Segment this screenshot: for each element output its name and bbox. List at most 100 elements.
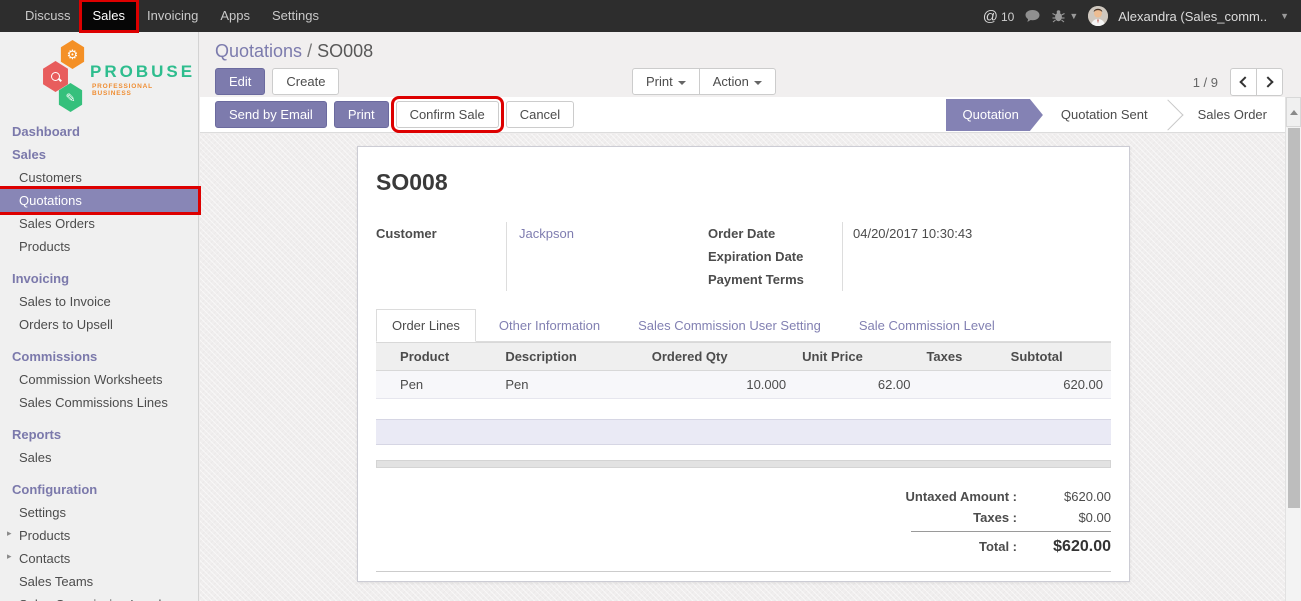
column-ordered-qty: Ordered Qty — [644, 343, 794, 371]
cell-product[interactable]: Pen — [392, 371, 497, 399]
sidebar-item-settings[interactable]: Settings — [0, 501, 198, 524]
topbar-right-tools: @ 10 ▼ Alexandra (Sales_comm.. ▼ — [983, 6, 1301, 26]
action-dropdown-button[interactable]: Action — [699, 68, 776, 95]
nav-item-discuss[interactable]: Discuss — [14, 2, 82, 30]
page-title: SO008 — [376, 169, 1111, 196]
sidebar-item-customers[interactable]: Customers — [0, 166, 198, 189]
table-row[interactable]: Pen Pen 10.000 62.00 620.00 — [376, 371, 1111, 399]
create-button[interactable]: Create — [272, 68, 339, 95]
untaxed-amount-value: $620.00 — [1027, 489, 1111, 504]
sidebar-menu: Dashboard Sales Customers Quotations Sal… — [0, 118, 198, 601]
tab-sale-commission-level[interactable]: Sale Commission Level — [844, 310, 1010, 341]
sidebar-item-dashboard[interactable]: Dashboard — [0, 120, 198, 143]
nav-item-settings[interactable]: Settings — [261, 2, 330, 30]
sidebar-item-sales-orders[interactable]: Sales Orders — [0, 212, 198, 235]
statusbar: Send by Email Print Confirm Sale Cancel … — [200, 97, 1301, 133]
sidebar: ⚙ ✎ PROBUSE PROFESSIONAL BUSINESS Dashbo… — [0, 32, 199, 601]
totals-block: Untaxed Amount : $620.00 Taxes : $0.00 T… — [843, 486, 1111, 559]
pager-counter: 1 / 9 — [1193, 75, 1218, 90]
confirm-sale-button[interactable]: Confirm Sale — [396, 101, 499, 128]
sidebar-item-commission-worksheets[interactable]: Commission Worksheets — [0, 368, 198, 391]
tab-sales-commission-user-setting[interactable]: Sales Commission User Setting — [623, 310, 836, 341]
top-navbar: Discuss Sales Invoicing Apps Settings @ … — [0, 0, 1301, 32]
breadcrumb-quotations-link[interactable]: Quotations — [215, 41, 302, 61]
horizontal-scrollbar[interactable] — [376, 460, 1111, 468]
total-value: $620.00 — [1027, 538, 1111, 556]
sidebar-item-reports-sales[interactable]: Sales — [0, 446, 198, 469]
sidebar-item-label: Contacts — [19, 551, 70, 566]
nav-item-invoicing[interactable]: Invoicing — [136, 2, 209, 30]
order-date-value: 04/20/2017 10:30:43 — [842, 222, 1111, 245]
breadcrumb-separator: / — [307, 41, 312, 61]
tab-order-lines[interactable]: Order Lines — [376, 309, 476, 342]
form-view-area: SO008 Customer Jackpson Order Date 04/20… — [200, 134, 1301, 601]
user-menu[interactable]: Alexandra (Sales_comm.. — [1118, 9, 1267, 24]
sidebar-item-config-products[interactable]: ▸ Products — [0, 524, 198, 547]
print-dropdown-button[interactable]: Print — [632, 68, 700, 95]
sidebar-item-sales-commissions-lines[interactable]: Sales Commissions Lines — [0, 391, 198, 414]
status-step-quotation-sent[interactable]: Quotation Sent — [1043, 99, 1166, 131]
total-label: Total : — [843, 535, 1027, 554]
expiration-date-label: Expiration Date — [708, 245, 842, 268]
cell-ordered-qty[interactable]: 10.000 — [644, 371, 794, 399]
order-lines-table: Product Description Ordered Qty Unit Pri… — [376, 342, 1111, 399]
sidebar-item-sales-commission-levels[interactable]: Sales Commission Levels — [0, 593, 198, 601]
vertical-scrollbar[interactable] — [1285, 97, 1301, 601]
sidebar-section-invoicing: Invoicing — [0, 267, 198, 290]
edit-button[interactable]: Edit — [215, 68, 265, 95]
breadcrumb: Quotations/SO008 — [215, 41, 373, 62]
logo-tagline: PROFESSIONAL BUSINESS — [92, 83, 184, 97]
send-by-email-button[interactable]: Send by Email — [215, 101, 327, 128]
sidebar-item-quotations[interactable]: Quotations — [0, 189, 198, 212]
cancel-button[interactable]: Cancel — [506, 101, 574, 128]
sidebar-item-products[interactable]: Products — [0, 235, 198, 258]
row-gutter — [376, 343, 392, 371]
payment-terms-label: Payment Terms — [708, 268, 842, 291]
step-separator-chevron-icon — [1166, 99, 1180, 131]
status-step-sales-order[interactable]: Sales Order — [1180, 99, 1285, 131]
nav-item-sales[interactable]: Sales — [82, 2, 137, 30]
record-pager: 1 / 9 — [1193, 68, 1283, 96]
pager-previous-button[interactable] — [1230, 68, 1257, 96]
expiration-date-value — [842, 245, 1111, 268]
sheet-bottom-divider — [376, 571, 1111, 572]
logo-name: PROBUSE — [90, 62, 195, 82]
status-step-quotation[interactable]: Quotation — [946, 99, 1043, 131]
expand-arrow-icon[interactable]: ▸ — [7, 528, 12, 539]
debug-bug-icon[interactable]: ▼ — [1051, 9, 1078, 23]
chat-icon[interactable] — [1024, 9, 1041, 23]
mentions-counter[interactable]: @ 10 — [983, 8, 1015, 25]
sidebar-section-sales[interactable]: Sales — [0, 143, 198, 166]
column-description: Description — [497, 343, 643, 371]
sidebar-item-label: Products — [19, 528, 70, 543]
table-header-row: Product Description Ordered Qty Unit Pri… — [376, 343, 1111, 371]
control-panel: Quotations/SO008 Edit Create Print Actio… — [200, 32, 1301, 97]
tab-other-information[interactable]: Other Information — [484, 310, 615, 341]
main-content: Quotations/SO008 Edit Create Print Actio… — [200, 32, 1301, 601]
sidebar-item-orders-to-upsell[interactable]: Orders to Upsell — [0, 313, 198, 336]
cell-subtotal[interactable]: 620.00 — [1003, 371, 1111, 399]
scrollbar-thumb[interactable] — [1288, 128, 1300, 508]
nav-item-apps[interactable]: Apps — [209, 2, 261, 30]
top-nav-menu: Discuss Sales Invoicing Apps Settings — [0, 0, 330, 32]
cell-taxes[interactable] — [918, 371, 1002, 399]
logo-gear-hexagon-icon: ⚙ — [59, 40, 86, 69]
expand-arrow-icon[interactable]: ▸ — [7, 551, 12, 562]
cell-unit-price[interactable]: 62.00 — [794, 371, 918, 399]
cell-description[interactable]: Pen — [497, 371, 643, 399]
scrollbar-up-button[interactable] — [1286, 97, 1301, 127]
empty-line-stripe — [376, 419, 1111, 445]
sidebar-item-sales-to-invoice[interactable]: Sales to Invoice — [0, 290, 198, 313]
customer-label: Customer — [376, 222, 506, 291]
sidebar-item-config-contacts[interactable]: ▸ Contacts — [0, 547, 198, 570]
taxes-label: Taxes : — [843, 510, 1027, 525]
pager-next-button[interactable] — [1256, 68, 1283, 96]
print-button[interactable]: Print — [334, 101, 389, 128]
probuse-logo: ⚙ ✎ PROBUSE PROFESSIONAL BUSINESS — [14, 40, 184, 112]
customer-value-link[interactable]: Jackpson — [519, 226, 574, 241]
notebook-tabs: Order Lines Other Information Sales Comm… — [376, 309, 1111, 342]
avatar[interactable] — [1088, 6, 1108, 26]
header-fields: Customer Jackpson Order Date 04/20/2017 … — [376, 222, 1111, 291]
sidebar-item-sales-teams[interactable]: Sales Teams — [0, 570, 198, 593]
breadcrumb-current: SO008 — [317, 41, 373, 61]
